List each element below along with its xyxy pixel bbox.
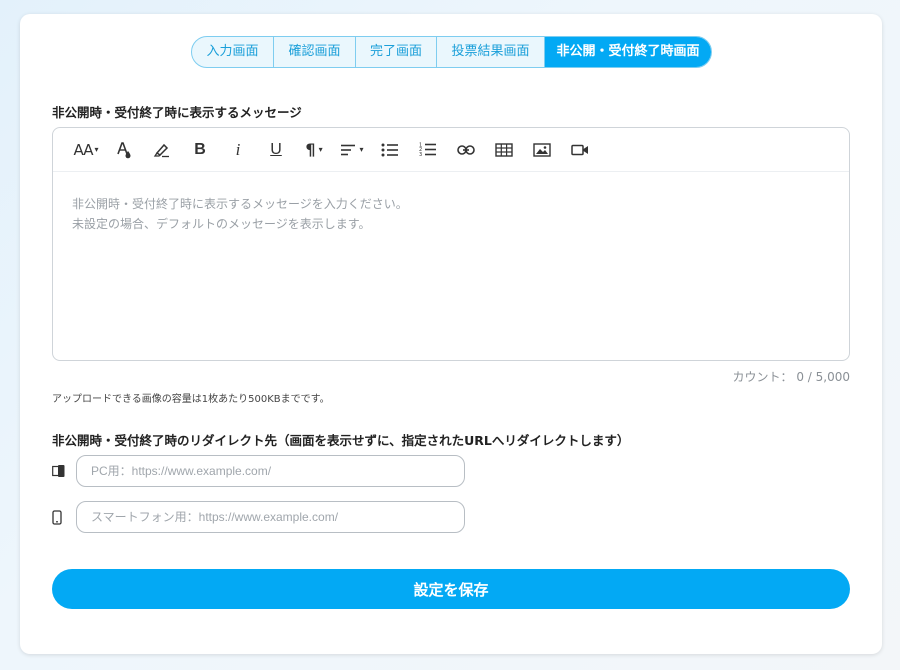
save-settings-button[interactable]: 設定を保存: [52, 569, 850, 609]
upload-size-note: アップロードできる画像の容量は1枚あたり500KBまでです。: [52, 394, 330, 405]
svg-text:3: 3: [419, 152, 422, 157]
link-icon[interactable]: [447, 136, 485, 164]
highlight-icon[interactable]: [143, 136, 181, 164]
pc-url-row: [52, 455, 465, 487]
editor-placeholder: 非公開時・受付終了時に表示するメッセージを入力ください。 未設定の場合、デフォル…: [72, 194, 408, 234]
align-icon[interactable]: ▾: [333, 136, 371, 164]
tab-complete-screen[interactable]: 完了画面: [356, 37, 437, 67]
settings-card: 入力画面 確認画面 完了画面 投票結果画面 非公開・受付終了時画面 非公開時・受…: [20, 14, 882, 654]
pc-url-input[interactable]: [76, 455, 465, 487]
placeholder-line-1: 非公開時・受付終了時に表示するメッセージを入力ください。: [72, 197, 408, 211]
numbered-list-icon[interactable]: 123: [409, 136, 447, 164]
table-icon[interactable]: [485, 136, 523, 164]
font-size-icon[interactable]: AA ▾: [67, 136, 105, 164]
text-color-icon[interactable]: [105, 136, 143, 164]
placeholder-line-2: 未設定の場合、デフォルトのメッセージを表示します。: [72, 217, 371, 231]
tab-vote-result-screen[interactable]: 投票結果画面: [437, 37, 545, 67]
pc-device-icon: [52, 464, 76, 478]
bold-glyph: B: [194, 140, 206, 158]
sp-url-row: [52, 501, 465, 533]
tab-closed-screen[interactable]: 非公開・受付終了時画面: [545, 37, 711, 67]
bold-icon[interactable]: B: [181, 136, 219, 164]
tab-input-screen[interactable]: 入力画面: [192, 37, 274, 67]
paragraph-icon[interactable]: ¶ ▾: [295, 136, 333, 164]
video-icon[interactable]: [561, 136, 599, 164]
bullet-list-icon[interactable]: [371, 136, 409, 164]
underline-glyph: U: [270, 140, 282, 158]
tab-confirm-screen[interactable]: 確認画面: [274, 37, 356, 67]
italic-glyph: i: [235, 139, 241, 159]
image-icon[interactable]: [523, 136, 561, 164]
redirect-section-label: 非公開時・受付終了時のリダイレクト先（画面を表示せずに、指定されたURLへリダイ…: [52, 433, 630, 448]
message-section-label: 非公開時・受付終了時に表示するメッセージ: [52, 105, 302, 120]
screen-tabs: 入力画面 確認画面 完了画面 投票結果画面 非公開・受付終了時画面: [191, 36, 712, 68]
font-size-glyph: AA: [73, 140, 94, 159]
paragraph-glyph: ¶: [305, 140, 316, 159]
editor-toolbar: AA ▾ B i U ¶ ▾ ▾ 1 2 3: [53, 128, 849, 172]
rich-text-editor[interactable]: AA ▾ B i U ¶ ▾ ▾ 1 2 3 非公開時・受付終了時に表示するメッ…: [52, 127, 850, 361]
smartphone-device-icon: [52, 509, 76, 525]
character-count: カウント： 0 / 5,000: [732, 370, 850, 384]
italic-icon[interactable]: i: [219, 136, 257, 164]
smartphone-url-input[interactable]: [76, 501, 465, 533]
underline-icon[interactable]: U: [257, 136, 295, 164]
